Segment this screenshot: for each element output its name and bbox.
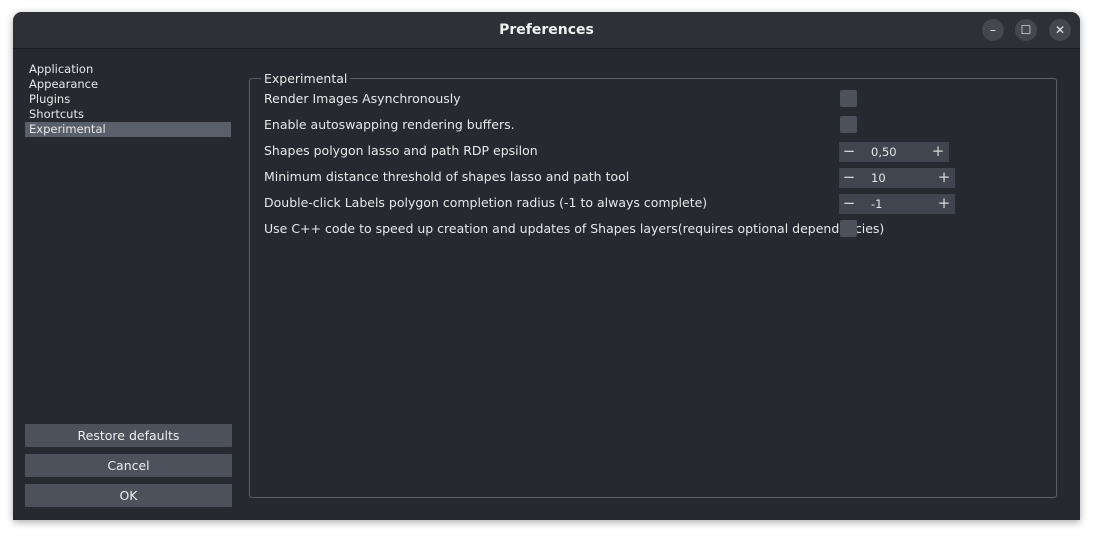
title-bar[interactable]: Preferences – ☐ ✕ xyxy=(13,12,1080,49)
rdp-epsilon-spinbox[interactable]: − 0,50 + xyxy=(839,142,949,162)
increment-icon[interactable]: + xyxy=(935,168,953,188)
preferences-window: Preferences – ☐ ✕ Application Appearance… xyxy=(13,12,1080,520)
sidebar-item-application[interactable]: Application xyxy=(25,62,231,77)
autoswapping-buffers-label: Enable autoswapping rendering buffers. xyxy=(264,117,515,132)
sidebar-item-appearance[interactable]: Appearance xyxy=(25,77,231,92)
rdp-epsilon-label: Shapes polygon lasso and path RDP epsilo… xyxy=(264,143,538,158)
sidebar-item-plugins[interactable]: Plugins xyxy=(25,92,231,107)
autoswapping-buffers-checkbox[interactable] xyxy=(840,116,857,133)
sidebar-item-shortcuts[interactable]: Shortcuts xyxy=(25,107,231,122)
increment-icon[interactable]: + xyxy=(935,194,953,214)
decrement-icon[interactable]: − xyxy=(840,168,858,188)
close-icon: ✕ xyxy=(1054,23,1066,37)
restore-defaults-button[interactable]: Restore defaults xyxy=(25,424,232,447)
completion-radius-label: Double-click Labels polygon completion r… xyxy=(264,195,708,210)
window-title: Preferences xyxy=(499,22,594,38)
cpp-speedup-label: Use C++ code to speed up creation and up… xyxy=(264,221,885,236)
completion-radius-spinbox[interactable]: − -1 + xyxy=(839,194,955,214)
decrement-icon[interactable]: − xyxy=(840,142,858,162)
completion-radius-value[interactable]: -1 xyxy=(871,194,882,214)
render-images-async-label: Render Images Asynchronously xyxy=(264,91,461,106)
min-distance-threshold-spinbox[interactable]: − 10 + xyxy=(839,168,955,188)
cpp-speedup-checkbox[interactable] xyxy=(840,220,857,237)
sidebar-list: Application Appearance Plugins Shortcuts… xyxy=(25,62,231,137)
min-distance-threshold-value[interactable]: 10 xyxy=(871,168,886,188)
sidebar-item-experimental[interactable]: Experimental xyxy=(25,122,231,137)
render-images-async-checkbox[interactable] xyxy=(840,90,857,107)
close-button[interactable]: ✕ xyxy=(1049,19,1071,41)
rdp-epsilon-value[interactable]: 0,50 xyxy=(871,142,897,162)
decrement-icon[interactable]: − xyxy=(840,194,858,214)
maximize-icon: ☐ xyxy=(1020,23,1032,37)
group-title: Experimental xyxy=(261,71,351,86)
ok-button[interactable]: OK xyxy=(25,484,232,507)
cancel-button[interactable]: Cancel xyxy=(25,454,232,477)
minimize-icon: – xyxy=(990,23,996,37)
experimental-groupbox xyxy=(249,78,1057,498)
min-distance-threshold-label: Minimum distance threshold of shapes las… xyxy=(264,169,630,184)
minimize-button[interactable]: – xyxy=(982,19,1004,41)
maximize-button[interactable]: ☐ xyxy=(1015,19,1037,41)
increment-icon[interactable]: + xyxy=(929,142,947,162)
